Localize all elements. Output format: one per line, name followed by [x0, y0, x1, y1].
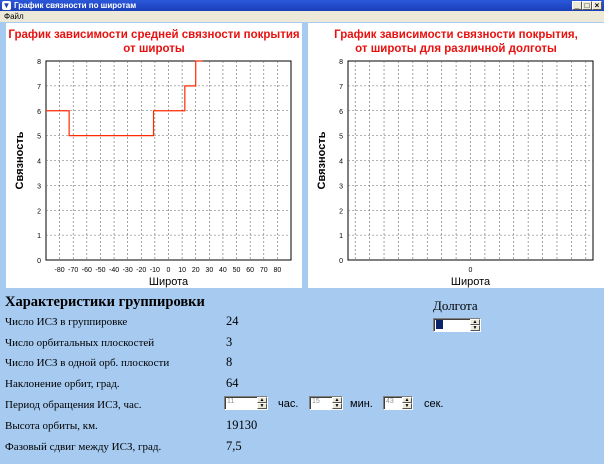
param-value-sat-count: 24 — [226, 314, 239, 328]
period-minutes-value[interactable]: 15 — [312, 398, 320, 405]
y-axis-label: Связность — [14, 131, 26, 189]
y-tick-label: 6 — [37, 109, 41, 116]
x-tick-label: -70 — [68, 267, 78, 274]
y-tick-label: 3 — [37, 183, 41, 190]
x-tick-label: 20 — [192, 267, 200, 274]
params-heading: Характеристики группировки — [5, 294, 205, 310]
spin-down-icon[interactable]: ▼ — [402, 403, 412, 409]
y-tick-label: 1 — [37, 233, 41, 240]
period-seconds-value[interactable]: 43 — [386, 398, 394, 405]
period-seconds-stepper[interactable]: 43 ▲ ▼ — [383, 396, 413, 410]
chart-left-panel: График зависимости средней связности пок… — [6, 23, 302, 288]
y-tick-label: 2 — [339, 208, 343, 215]
param-label-planes: Число орбитальных плоскостей — [5, 337, 155, 349]
y-tick-label: 5 — [339, 134, 343, 141]
y-tick-label: 5 — [37, 134, 41, 141]
hours-unit: час. — [278, 398, 299, 410]
y-tick-label: 7 — [339, 84, 343, 91]
param-label-phase-shift: Фазовый сдвиг между ИСЗ, град. — [5, 441, 162, 453]
spin-down-icon[interactable]: ▼ — [257, 403, 267, 409]
param-value-inclination: 64 — [226, 376, 239, 390]
longitude-stepper[interactable]: ▲ ▼ — [433, 318, 481, 332]
title-bar: ▼ График связности по широтам _ □ × — [0, 0, 604, 11]
close-button[interactable]: × — [592, 1, 602, 10]
x-axis-label: Широта — [149, 276, 189, 288]
y-tick-label: 2 — [37, 208, 41, 215]
x-axis-label: Широта — [451, 276, 491, 288]
spin-down-icon[interactable]: ▼ — [332, 403, 342, 409]
minutes-unit: мин. — [350, 398, 373, 410]
param-label-inclination: Наклонение орбит, град. — [5, 378, 120, 390]
param-label-sat-count: Число ИСЗ в группировке — [5, 316, 128, 328]
x-tick-label: 50 — [233, 267, 241, 274]
param-value-altitude: 19130 — [226, 418, 258, 432]
x-tick-label: 80 — [273, 267, 281, 274]
y-tick-label: 4 — [37, 159, 41, 166]
x-tick-label: -40 — [109, 267, 119, 274]
y-tick-label: 8 — [339, 59, 343, 66]
x-tick-label: -30 — [123, 267, 133, 274]
period-hours-value[interactable]: 11 — [227, 398, 234, 405]
param-label-altitude: Высота орбиты, км. — [5, 420, 98, 432]
period-minutes-stepper[interactable]: 15 ▲ ▼ — [309, 396, 343, 410]
y-tick-label: 3 — [339, 183, 343, 190]
minimize-button[interactable]: _ — [572, 1, 582, 10]
maximize-icon[interactable]: □ — [582, 1, 592, 10]
x-tick-label: -50 — [95, 267, 105, 274]
seconds-unit: сек. — [424, 398, 444, 410]
x-tick-label: 10 — [178, 267, 186, 274]
window-title: График связности по широтам — [14, 1, 137, 10]
longitude-label: Долгота — [433, 298, 478, 313]
spin-down-icon[interactable]: ▼ — [470, 325, 480, 331]
y-tick-label: 0 — [37, 258, 41, 265]
menu-bar: Файл — [0, 11, 604, 22]
y-tick-label: 4 — [339, 159, 343, 166]
x-tick-label: 0 — [167, 267, 171, 274]
param-value-planes: 3 — [226, 335, 233, 349]
longitude-value[interactable] — [436, 320, 443, 329]
x-tick-label: 70 — [260, 267, 268, 274]
x-tick-label: -10 — [150, 267, 160, 274]
app-icon[interactable]: ▼ — [2, 1, 11, 10]
y-tick-label: 7 — [37, 84, 41, 91]
y-tick-label: 6 — [339, 109, 343, 116]
x-tick-label: -20 — [136, 267, 146, 274]
x-tick-label: -60 — [82, 267, 92, 274]
x-tick-label: 40 — [219, 267, 227, 274]
y-axis-label: Связность — [316, 131, 328, 189]
x-tick-label: 60 — [246, 267, 254, 274]
x-tick-label: -80 — [55, 267, 65, 274]
chart-right-panel: График зависимости связности покрытия, о… — [308, 23, 604, 288]
param-label-sats-per-plane: Число ИСЗ в одной орб. плоскости — [5, 357, 170, 369]
y-tick-label: 0 — [339, 258, 343, 265]
y-tick-label: 1 — [339, 233, 343, 240]
x-tick-label: 30 — [205, 267, 213, 274]
chart-left-svg: 0 1 2 3 4 5 6 7 8 -80 -70 -60 -50 -40 -30 -20 -10 0 10 20 30… — [14, 59, 292, 288]
param-value-sats-per-plane: 8 — [226, 355, 233, 369]
param-value-phase-shift: 7,5 — [226, 439, 242, 453]
chart-right-svg: 0 1 2 3 4 5 6 7 8 0 Широта Связность — [316, 59, 594, 288]
period-hours-stepper[interactable]: 11 ▲ ▼ — [224, 396, 268, 410]
menu-file[interactable]: Файл — [4, 11, 24, 22]
y-tick-label: 8 — [37, 59, 41, 66]
param-label-period: Период обращения ИСЗ, час. — [5, 399, 142, 411]
x-tick-label: 0 — [469, 267, 473, 274]
